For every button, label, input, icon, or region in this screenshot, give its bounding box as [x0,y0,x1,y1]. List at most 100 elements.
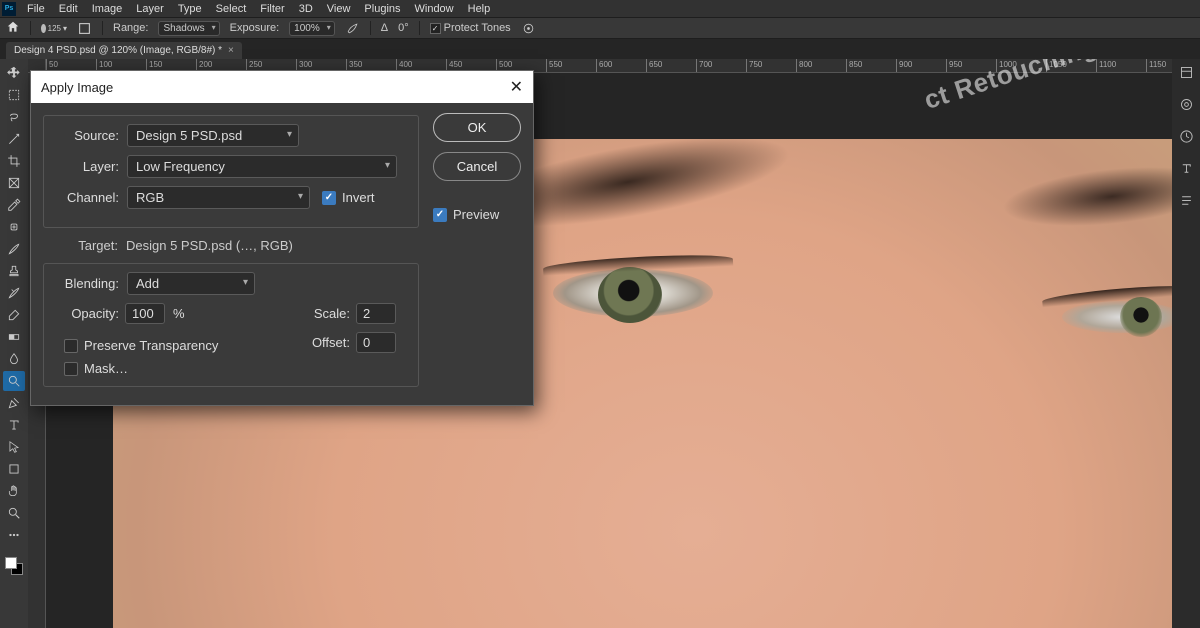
menu-window[interactable]: Window [408,1,461,17]
photoshop-logo-icon: Ps [2,2,16,16]
source-label: Source: [44,128,119,143]
pen-tool-icon[interactable] [3,393,25,413]
menu-help[interactable]: Help [461,1,498,17]
dialog-titlebar[interactable]: Apply Image ✕ [31,71,533,103]
blending-dropdown[interactable]: Add [127,272,255,295]
close-icon[interactable]: ✕ [510,77,523,97]
document-tab-title: Design 4 PSD.psd @ 120% (Image, RGB/8#) … [14,45,222,56]
exposure-label: Exposure: [230,22,280,34]
menu-3d[interactable]: 3D [292,1,320,17]
blending-label: Blending: [44,276,119,291]
opacity-input[interactable]: 100 [125,303,165,324]
menu-layer[interactable]: Layer [129,1,171,17]
ruler-tick: 1150 [1146,59,1172,72]
wand-tool-icon[interactable] [3,129,25,149]
lasso-tool-icon[interactable] [3,107,25,127]
panel-icon-1[interactable] [1179,65,1194,83]
stamp-tool-icon[interactable] [3,261,25,281]
menu-bar: Ps File Edit Image Layer Type Select Fil… [0,0,1200,18]
panel-icon-3[interactable] [1179,129,1194,147]
frame-tool-icon[interactable] [3,173,25,193]
tablet-pressure-icon[interactable] [521,21,536,36]
ruler-tick: 950 [946,59,996,72]
layer-label: Layer: [44,159,119,174]
ruler-tick: 800 [796,59,846,72]
brush-panel-icon[interactable] [77,21,92,36]
menu-file[interactable]: File [20,1,52,17]
crop-tool-icon[interactable] [3,151,25,171]
history-brush-tool-icon[interactable] [3,283,25,303]
panel-icon-2[interactable] [1179,97,1194,115]
ruler-tick: 850 [846,59,896,72]
ruler-tick: 650 [646,59,696,72]
panel-icon-5[interactable] [1179,193,1194,211]
scale-input[interactable]: 2 [356,303,396,324]
menu-image[interactable]: Image [85,1,130,17]
ruler-tick: 600 [596,59,646,72]
preview-checkbox[interactable]: Preview [433,207,521,222]
dialog-title: Apply Image [41,80,113,95]
channel-dropdown[interactable]: RGB [127,186,310,209]
eraser-tool-icon[interactable] [3,305,25,325]
preserve-transparency-label: Preserve Transparency [84,338,218,353]
home-icon[interactable] [6,20,20,37]
document-tab[interactable]: Design 4 PSD.psd @ 120% (Image, RGB/8#) … [6,42,242,59]
invert-checkbox[interactable]: Invert [322,190,375,205]
type-tool-icon[interactable] [3,415,25,435]
opacity-unit: % [173,306,185,321]
menu-filter[interactable]: Filter [253,1,291,17]
angle-label: Δ [381,22,388,34]
options-bar: 125 ▾ Range: Shadows Exposure: 100% Δ 0°… [0,18,1200,39]
zoom-tool-icon[interactable] [3,503,25,523]
tools-panel [0,59,28,628]
blur-tool-icon[interactable] [3,349,25,369]
marquee-tool-icon[interactable] [3,85,25,105]
hand-tool-icon[interactable] [3,481,25,501]
exposure-dropdown[interactable]: 100% [289,21,335,36]
offset-label: Offset: [312,335,350,350]
menu-select[interactable]: Select [209,1,254,17]
ruler-tick: 900 [896,59,946,72]
opacity-label: Opacity: [44,306,119,321]
target-value: Design 5 PSD.psd (…, RGB) [126,238,293,253]
menu-view[interactable]: View [320,1,358,17]
ruler-tick: 700 [696,59,746,72]
menu-plugins[interactable]: Plugins [357,1,407,17]
layer-dropdown[interactable]: Low Frequency [127,155,397,178]
ruler-tick: 1100 [1096,59,1146,72]
menu-type[interactable]: Type [171,1,209,17]
apply-image-dialog: Apply Image ✕ Source: Design 5 PSD.psd L… [30,70,534,406]
ruler-tick: 1000 [996,59,1046,72]
channel-label: Channel: [44,190,119,205]
foreground-color-icon[interactable] [5,557,17,569]
mask-checkbox[interactable] [64,362,78,376]
source-dropdown[interactable]: Design 5 PSD.psd [127,124,299,147]
healing-tool-icon[interactable] [3,217,25,237]
preserve-transparency-checkbox[interactable] [64,339,78,353]
color-swatches[interactable] [5,557,23,575]
cancel-button[interactable]: Cancel [433,152,521,181]
protect-tones-checkbox[interactable]: Protect Tones [430,22,511,34]
ok-button[interactable]: OK [433,113,521,142]
move-tool-icon[interactable] [3,63,25,83]
offset-input[interactable]: 0 [356,332,396,353]
brush-preset[interactable]: 125 ▾ [41,20,67,36]
document-tab-bar: Design 4 PSD.psd @ 120% (Image, RGB/8#) … [0,39,1200,59]
dodge-tool-icon[interactable] [3,371,25,391]
toolbar-more-icon[interactable] [3,525,25,545]
panel-icon-4[interactable] [1179,161,1194,179]
range-dropdown[interactable]: Shadows [158,21,219,36]
ruler-tick: 750 [746,59,796,72]
mask-label: Mask… [84,361,128,376]
brush-tool-icon[interactable] [3,239,25,259]
shape-tool-icon[interactable] [3,459,25,479]
airbrush-icon[interactable] [345,21,360,36]
range-label: Range: [113,22,148,34]
gradient-tool-icon[interactable] [3,327,25,347]
angle-value[interactable]: 0° [398,22,409,34]
scale-label: Scale: [314,306,350,321]
close-tab-icon[interactable]: × [228,45,234,56]
path-select-tool-icon[interactable] [3,437,25,457]
eyedropper-tool-icon[interactable] [3,195,25,215]
menu-edit[interactable]: Edit [52,1,85,17]
